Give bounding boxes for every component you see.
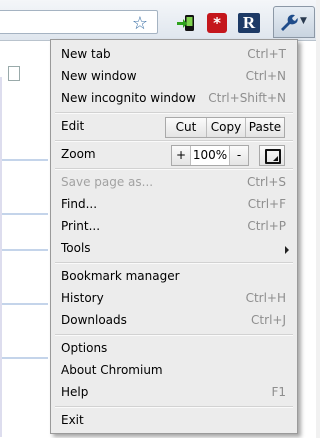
menu-item-label: Downloads [61,313,127,327]
wrench-icon [281,14,298,31]
menu-row-edit: Edit Cut Copy Paste [51,116,297,138]
menu-item-tools[interactable]: Tools [51,238,297,260]
menu-item-label: Zoom [61,147,96,161]
page-text-line [0,213,48,215]
menu-item-label: Edit [61,119,85,133]
page-text-line [0,357,48,359]
bookmark-star-icon[interactable]: ☆ [130,14,150,34]
menu-item-new-incognito-window[interactable]: New incognito window Ctrl+Shift+N [51,88,297,110]
copy-button[interactable]: Copy [207,118,246,137]
menu-item-shortcut: Ctrl+F [247,197,286,211]
menu-item-find[interactable]: Find... Ctrl+F [51,194,297,216]
menu-item-label: Print... [61,219,101,233]
phone-extension-icon[interactable] [176,13,196,33]
menu-separator [55,262,293,264]
menu-separator [55,168,293,170]
menu-separator [55,406,293,408]
chevron-down-icon: ▼ [300,16,307,26]
menu-item-label: Save page as... [61,175,154,189]
menu-item-bookmark-manager[interactable]: Bookmark manager [51,266,297,288]
cut-button[interactable]: Cut [166,118,207,137]
menu-separator [55,334,293,336]
chromium-wrench-menu: New tab Ctrl+T New window Ctrl+N New inc… [50,39,298,434]
menu-separator [55,112,293,114]
menu-item-label: Find... [61,197,98,211]
menu-item-shortcut: Ctrl+N [245,69,286,83]
menu-item-history[interactable]: History Ctrl+H [51,288,297,310]
menu-item-help[interactable]: Help F1 [51,382,297,404]
page-scroll-edge [0,77,2,437]
page-text-line [0,249,48,251]
menu-item-shortcut: Ctrl+S [246,175,286,189]
menu-item-shortcut: Ctrl+P [247,219,286,233]
menu-item-label: History [61,291,104,305]
zoom-in-button[interactable]: + [172,146,191,165]
submenu-arrow-icon [285,246,289,254]
menu-item-new-window[interactable]: New window Ctrl+N [51,66,297,88]
page-text-line [0,303,48,305]
menu-item-shortcut: Ctrl+T [247,47,286,61]
menu-separator [55,140,293,142]
paste-button[interactable]: Paste [246,118,284,137]
menu-item-label: Bookmark manager [61,269,180,283]
menu-item-label: Options [61,341,108,355]
menu-item-label: New incognito window [61,91,196,105]
menu-item-label: Tools [61,241,91,255]
menu-item-shortcut: Ctrl+H [245,291,286,305]
fullscreen-button[interactable] [259,145,285,166]
menu-item-label: Help [61,385,89,399]
menu-item-label: About Chromium [61,363,163,377]
fullscreen-icon [265,149,281,164]
zoom-button-group: + 100% - [171,145,249,166]
menu-item-shortcut: Ctrl+J [251,313,286,327]
browser-toolbar: ☆ * R ▼ [0,0,316,41]
lastpass-icon[interactable]: * [207,13,227,33]
menu-item-downloads[interactable]: Downloads Ctrl+J [51,310,297,332]
menu-item-shortcut: Ctrl+Shift+N [208,91,286,105]
page-document-icon [8,66,20,81]
menu-item-label: New window [61,69,137,83]
menu-item-exit[interactable]: Exit [51,410,297,432]
wrench-menu-button[interactable]: ▼ [273,6,315,38]
menu-item-print[interactable]: Print... Ctrl+P [51,216,297,238]
page-text-line [0,159,48,161]
menu-item-label: Exit [61,413,84,427]
menu-item-new-tab[interactable]: New tab Ctrl+T [51,44,297,66]
menu-item-about-chromium[interactable]: About Chromium [51,360,297,382]
zoom-out-button[interactable]: - [230,146,248,165]
r-extension-icon[interactable]: R [238,13,260,33]
menu-item-label: New tab [61,47,111,61]
menu-item-shortcut: F1 [271,385,286,399]
edit-button-group: Cut Copy Paste [165,117,285,138]
zoom-level: 100% [191,146,230,165]
menu-row-zoom: Zoom + 100% - [51,144,297,166]
menu-item-save-page-as: Save page as... Ctrl+S [51,172,297,194]
menu-item-options[interactable]: Options [51,338,297,360]
